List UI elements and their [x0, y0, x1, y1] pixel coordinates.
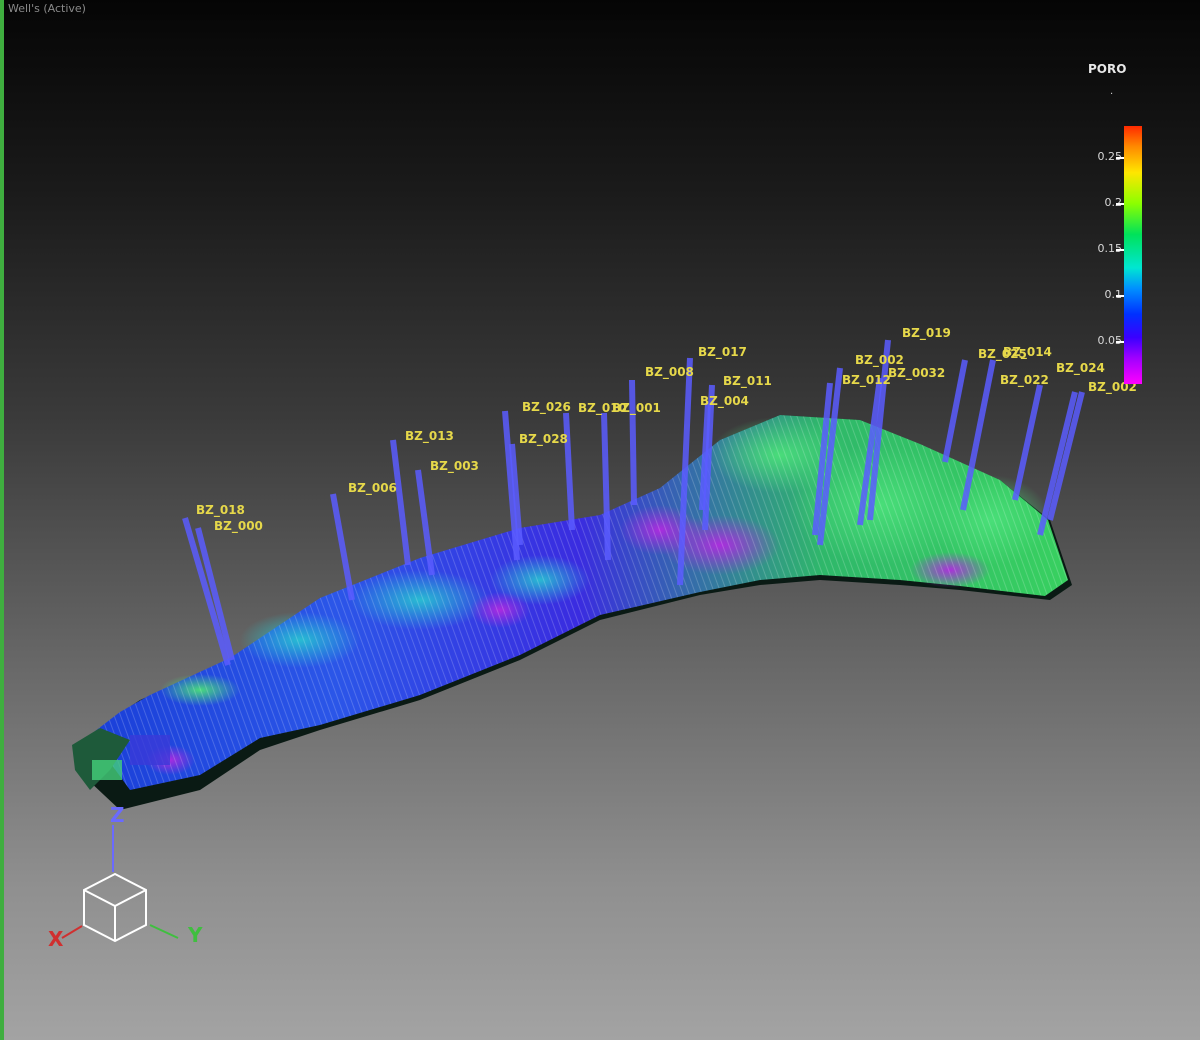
- legend-tick-label: 0.15: [1097, 242, 1123, 255]
- orientation-axes-widget[interactable]: Z Y X: [48, 803, 203, 951]
- well-stick[interactable]: [182, 517, 231, 666]
- well-label[interactable]: BZ_013: [405, 429, 454, 444]
- legend-tick-label: 0.2: [1104, 196, 1123, 209]
- well-label[interactable]: BZ_000: [214, 519, 263, 534]
- well-stick[interactable]: [601, 412, 611, 561]
- legend-dot: .: [1110, 86, 1114, 97]
- well-stick[interactable]: [1037, 391, 1078, 536]
- well-stick[interactable]: [629, 379, 637, 506]
- well-stick[interactable]: [942, 359, 968, 463]
- legend-tick-label: 0.05: [1097, 334, 1123, 347]
- legend-property-title: PORO: [1088, 62, 1127, 76]
- well-label[interactable]: BZ_008: [645, 365, 694, 380]
- view-cube-icon[interactable]: [83, 872, 147, 943]
- well-label[interactable]: BZ_011: [723, 374, 772, 389]
- legend-tick-label: 0.25: [1097, 150, 1123, 163]
- x-axis-line: [61, 925, 83, 939]
- well-label[interactable]: BZ_026: [522, 400, 571, 415]
- z-axis-label: Z: [110, 803, 125, 827]
- well-stick[interactable]: [563, 412, 575, 531]
- well-label[interactable]: BZ_018: [196, 503, 245, 518]
- legend-tick-mark: [1116, 249, 1124, 251]
- color-legend: PORO . 0.25 0.2 0.15 0.1 0.05: [1060, 60, 1170, 400]
- well-label[interactable]: BZ_014: [1003, 345, 1052, 360]
- legend-tick-label: 0.1: [1104, 288, 1123, 301]
- well-label[interactable]: BZ_017: [698, 345, 747, 360]
- legend-tick-mark: [1116, 341, 1124, 343]
- well-label[interactable]: BZ_004: [700, 394, 749, 409]
- well-stick[interactable]: [390, 439, 411, 566]
- y-axis-label: Y: [187, 923, 203, 947]
- legend-color-bar: [1124, 126, 1142, 384]
- 3d-viewport[interactable]: Well's (Active) BZ_018 BZ_000 BZ_006 BZ_…: [0, 0, 1200, 1040]
- well-label[interactable]: BZ_001: [612, 401, 661, 416]
- well-label[interactable]: BZ_028: [519, 432, 568, 447]
- y-axis-line: [149, 924, 179, 939]
- well-stick[interactable]: [195, 527, 235, 661]
- well-stick[interactable]: [1012, 384, 1043, 501]
- legend-tick-mark: [1116, 157, 1124, 159]
- well-label[interactable]: BZ_019: [902, 326, 951, 341]
- well-label[interactable]: BZ_012: [842, 373, 891, 388]
- x-axis-label: X: [48, 927, 64, 951]
- legend-tick-mark: [1116, 295, 1124, 297]
- well-label[interactable]: BZ_022: [1000, 373, 1049, 388]
- well-label[interactable]: BZ_0032: [888, 366, 945, 381]
- well-label[interactable]: BZ_006: [348, 481, 397, 496]
- well-stick[interactable]: [1047, 391, 1085, 521]
- well-stick[interactable]: [330, 493, 355, 601]
- legend-tick-mark: [1116, 203, 1124, 205]
- reservoir-scene[interactable]: BZ_018BZ_000 BZ_006 BZ_013 BZ_003 BZ_026 BZ_0…: [0, 0, 1200, 1040]
- well-label[interactable]: BZ_003: [430, 459, 479, 474]
